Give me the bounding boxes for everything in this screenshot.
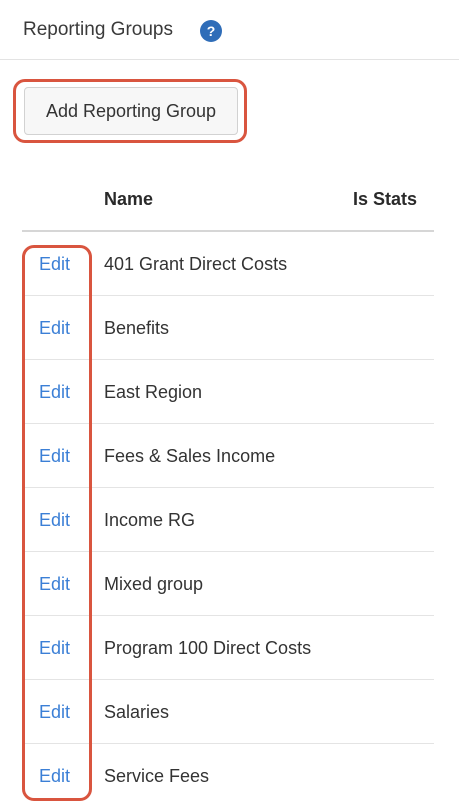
table-row: Edit East Region [22,360,434,424]
table-row: Edit Fees & Sales Income [22,424,434,488]
edit-link[interactable]: Edit [39,766,70,787]
table-row: Edit Salaries [22,680,434,744]
row-name: Mixed group [104,574,204,594]
row-name: Program 100 Direct Costs [104,638,312,658]
question-circle-icon[interactable]: ? [200,20,222,42]
row-name: Fees & Sales Income [104,446,276,466]
edit-link[interactable]: Edit [39,318,70,339]
edit-link[interactable]: Edit [39,638,70,659]
edit-link[interactable]: Edit [39,254,70,275]
table-row: Edit Service Fees [22,744,434,808]
edit-link[interactable]: Edit [39,574,70,595]
table-row: Edit Income RG [22,488,434,552]
table-row: Edit Benefits [22,296,434,360]
add-reporting-group-button[interactable]: Add Reporting Group [24,87,238,135]
row-name: 401 Grant Direct Costs [104,254,288,274]
table-row: Edit Mixed group [22,552,434,616]
edit-link[interactable]: Edit [39,446,70,467]
table-row: Edit Program 100 Direct Costs [22,616,434,680]
row-name: Income RG [104,510,196,530]
column-header-name: Name [104,189,154,209]
page-title: Reporting Groups [23,19,173,40]
edit-link[interactable]: Edit [39,702,70,723]
page-header: Reporting Groups ? [0,0,459,60]
edit-link[interactable]: Edit [39,382,70,403]
row-name: Service Fees [104,766,210,786]
edit-link[interactable]: Edit [39,510,70,531]
row-name: Benefits [104,318,170,338]
row-name: Salaries [104,702,170,722]
reporting-groups-table: Edit 401 Grant Direct Costs Edit Benefit… [22,232,434,808]
table-row: Edit 401 Grant Direct Costs [22,232,434,296]
column-header-is-stats: Is Stats [353,189,418,209]
row-name: East Region [104,382,203,402]
